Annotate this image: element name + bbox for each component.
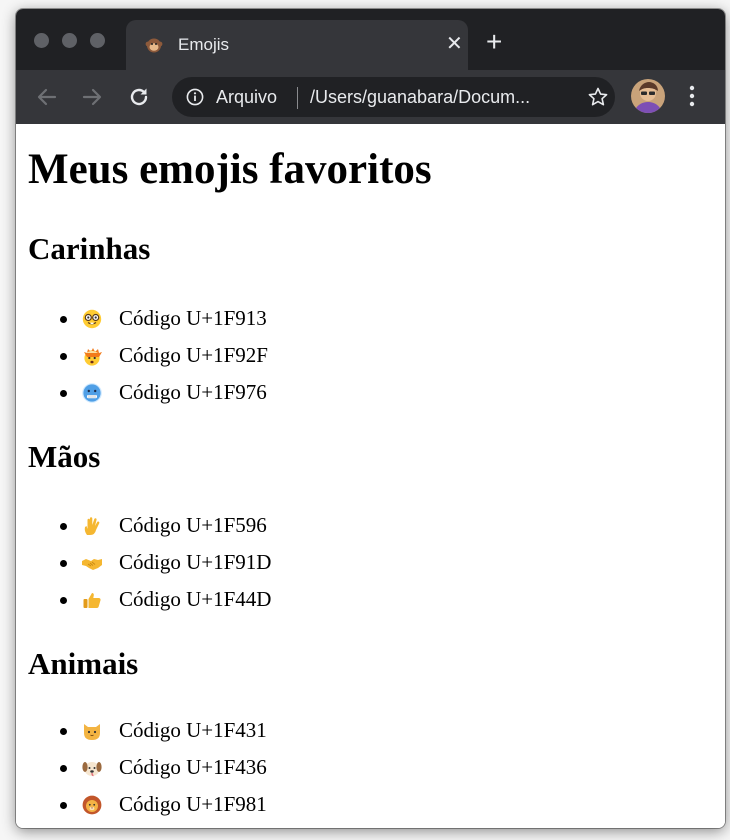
back-arrow-icon[interactable] [34, 84, 60, 110]
address-bar[interactable]: Arquivo /Users/guanabara/Docum... [172, 77, 615, 117]
cat-face-icon [84, 724, 100, 740]
tab-strip: Emojis ✕ + [16, 9, 725, 70]
new-tab-button[interactable]: + [486, 28, 502, 56]
browser-window: Emojis ✕ + Arquivo /Users/guanabara/Docu… [16, 9, 725, 828]
bullet [60, 523, 67, 530]
profile-avatar[interactable] [631, 79, 665, 113]
bullet [60, 597, 67, 604]
tab-title: Emojis [178, 35, 230, 54]
nerd-face-icon [82, 309, 102, 329]
maximize-window-button[interactable] [90, 33, 105, 48]
dog-face-icon [82, 762, 102, 777]
browser-toolbar: Arquivo /Users/guanabara/Docum... [16, 70, 725, 124]
vulcan-salute-icon [84, 517, 100, 535]
page-title: Meus emojis favoritos [28, 146, 432, 193]
section-heading-maos: Mãos [28, 439, 101, 474]
forward-arrow-icon[interactable] [79, 84, 105, 110]
emoji-code-text: Código U+1F431 [119, 718, 267, 742]
bullet [60, 353, 67, 360]
info-icon[interactable] [186, 88, 204, 106]
emoji-code-text: Código U+1F44D [119, 587, 272, 611]
bullet [60, 765, 67, 772]
emoji-code-text: Código U+1F981 [119, 792, 267, 816]
page-content: Meus emojis favoritos Carinhas Código U+… [16, 124, 725, 828]
emoji-code-text: Código U+1F976 [119, 380, 267, 404]
bullet [60, 802, 67, 809]
url-text[interactable]: /Users/guanabara/Docum... [310, 87, 578, 108]
tab-emojis[interactable]: Emojis ✕ [126, 20, 468, 70]
tab-close-button[interactable]: ✕ [446, 32, 463, 56]
emoji-code-text: Código U+1F91D [119, 550, 272, 574]
monkey-favicon-icon [145, 38, 163, 53]
handshake-icon [82, 559, 102, 570]
reload-icon[interactable] [126, 84, 152, 110]
bullet [60, 390, 67, 397]
bullet [60, 316, 67, 323]
section-heading-carinhas: Carinhas [28, 231, 151, 266]
emoji-code-text: Código U+1F92F [119, 343, 268, 367]
more-menu-icon[interactable] [687, 83, 697, 109]
section-heading-animais: Animais [28, 646, 139, 681]
lion-face-icon [82, 795, 102, 815]
bookmark-star-icon[interactable] [587, 86, 609, 108]
emoji-code-text: Código U+1F596 [119, 513, 267, 537]
thumbs-up-icon [83, 593, 101, 608]
minimize-window-button[interactable] [62, 33, 77, 48]
security-label: Arquivo [216, 87, 278, 107]
exploding-head-icon [84, 348, 102, 366]
bullet [60, 560, 67, 567]
cold-face-icon [82, 383, 102, 403]
close-window-button[interactable] [34, 33, 49, 48]
emoji-code-text: Código U+1F436 [119, 755, 267, 779]
emoji-code-text: Código U+1F913 [119, 306, 267, 330]
address-separator [297, 87, 298, 109]
bullet [60, 728, 67, 735]
